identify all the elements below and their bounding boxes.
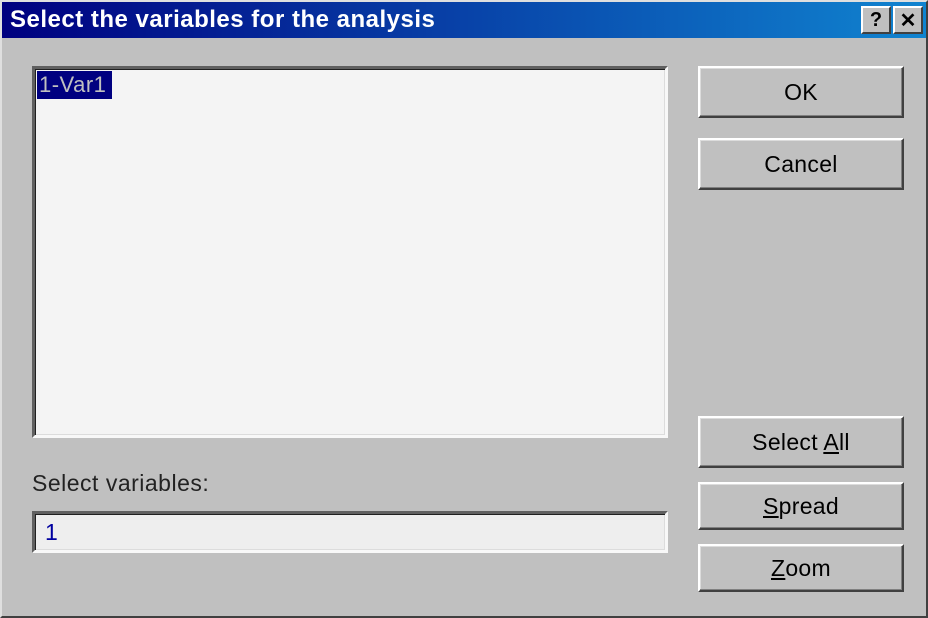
variable-listbox[interactable]: 1-Var1	[32, 66, 668, 438]
variable-select-dialog: Select the variables for the analysis ? …	[0, 0, 928, 618]
spread-button[interactable]: Spread	[698, 482, 904, 530]
left-column: 1-Var1 Select variables:	[32, 66, 668, 592]
close-icon: ✕	[900, 8, 917, 33]
select-all-button-label: Select All	[752, 429, 850, 456]
list-item[interactable]: 1-Var1	[37, 71, 112, 99]
select-variables-label: Select variables:	[32, 470, 668, 497]
ok-button[interactable]: OK	[698, 66, 904, 118]
right-column: OK Cancel Select All Spread Zoom	[698, 66, 904, 592]
help-icon: ?	[870, 9, 882, 32]
titlebar-text: Select the variables for the analysis	[10, 6, 861, 34]
titlebar: Select the variables for the analysis ? …	[2, 2, 926, 38]
zoom-button-label: Zoom	[771, 555, 831, 582]
close-button[interactable]: ✕	[893, 6, 923, 34]
cancel-button-label: Cancel	[764, 151, 837, 178]
titlebar-buttons: ? ✕	[861, 6, 923, 34]
select-all-button[interactable]: Select All	[698, 416, 904, 468]
ok-button-label: OK	[784, 79, 818, 106]
dialog-body: 1-Var1 Select variables: OK Cancel Selec…	[2, 38, 926, 616]
zoom-button[interactable]: Zoom	[698, 544, 904, 592]
help-button[interactable]: ?	[861, 6, 891, 34]
select-variables-input[interactable]	[32, 511, 668, 553]
spread-button-label: Spread	[763, 493, 839, 520]
cancel-button[interactable]: Cancel	[698, 138, 904, 190]
